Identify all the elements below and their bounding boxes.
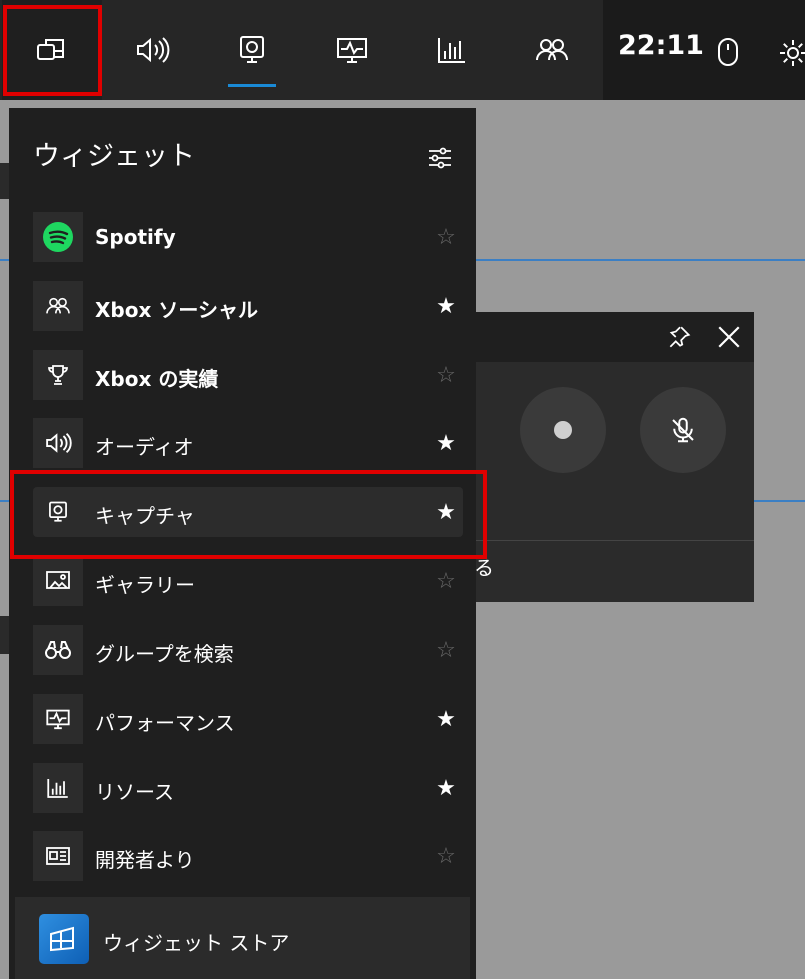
menu-item-label: キャプチャ — [95, 504, 195, 528]
star-icon[interactable]: ★ — [431, 495, 461, 529]
star-icon[interactable]: ★ — [431, 702, 461, 736]
news-icon — [46, 847, 70, 865]
menu-item-xbox-achievements[interactable]: Xbox の実績 ☆ — [33, 350, 463, 400]
menu-item-label: パフォーマンス — [95, 711, 235, 735]
star-icon[interactable]: ☆ — [431, 633, 461, 667]
game-bar-topbar: 22:11 — [0, 0, 805, 100]
spotify-icon — [43, 222, 73, 252]
widget-menu: ウィジェット Spotify ☆ Xbox ソーシャル ★ Xbox の実績 ☆… — [9, 108, 476, 979]
capture-widget-header — [474, 312, 754, 362]
menu-item-performance[interactable]: パフォーマンス ★ — [33, 694, 463, 744]
menu-item-label: 開発者より — [95, 848, 195, 872]
menu-item-label: Xbox の実績 — [95, 367, 219, 391]
bar-chart-icon — [438, 38, 465, 63]
mic-off-button[interactable] — [640, 387, 726, 473]
record-button[interactable] — [520, 387, 606, 473]
active-tab-indicator — [228, 84, 276, 87]
people-icon — [46, 297, 70, 314]
menu-item-label: Xbox ソーシャル — [95, 298, 258, 322]
widget-store-label: ウィジェット ストア — [103, 931, 290, 955]
menu-item-label: リソース — [95, 780, 174, 804]
star-icon[interactable]: ☆ — [431, 220, 461, 254]
sliders-icon[interactable] — [427, 146, 453, 174]
star-icon[interactable]: ★ — [431, 289, 461, 323]
widget-store-icon — [39, 914, 89, 964]
menu-item-spotify[interactable]: Spotify ☆ — [33, 212, 463, 262]
star-icon[interactable]: ★ — [431, 771, 461, 805]
widget-menu-icon — [37, 39, 64, 60]
menu-item-label: Spotify — [95, 225, 176, 249]
menu-title: ウィジェット — [33, 141, 195, 172]
menu-item-capture[interactable]: キャプチャ ★ — [33, 487, 463, 537]
menu-item-label: オーディオ — [95, 435, 194, 459]
capture-widget: る — [474, 312, 754, 602]
star-icon[interactable]: ★ — [431, 426, 461, 460]
monitor-pulse-icon — [337, 38, 367, 63]
bar-chart-icon — [47, 779, 68, 798]
audio-button[interactable] — [102, 0, 202, 100]
menu-item-label: ギャラリー — [95, 573, 195, 597]
menu-item-resources[interactable]: リソース ★ — [33, 763, 463, 813]
star-icon[interactable]: ☆ — [431, 839, 461, 873]
widget-menu-button[interactable] — [2, 0, 102, 100]
people-icon — [536, 39, 568, 61]
resources-button[interactable] — [402, 0, 502, 100]
performance-button[interactable] — [302, 0, 402, 100]
star-icon[interactable]: ☆ — [431, 564, 461, 598]
capture-widget-text: る — [474, 556, 494, 580]
capture-widget-divider — [474, 540, 754, 541]
webcam-icon — [49, 501, 67, 522]
binoculars-icon — [45, 641, 71, 659]
webcam-icon — [240, 36, 264, 63]
mouse-icon[interactable] — [716, 36, 740, 72]
pin-icon[interactable] — [666, 324, 692, 354]
clock: 22:11 — [618, 30, 704, 61]
widget-store-button[interactable]: ウィジェット ストア — [15, 897, 470, 979]
speaker-icon — [137, 37, 170, 63]
menu-item-from-developers[interactable]: 開発者より ☆ — [33, 831, 463, 881]
speaker-icon — [46, 432, 72, 454]
mic-off-icon — [672, 417, 694, 443]
monitor-pulse-icon — [46, 709, 70, 730]
trophy-icon — [48, 365, 68, 385]
menu-item-audio[interactable]: オーディオ ★ — [33, 418, 463, 468]
menu-item-xbox-social[interactable]: Xbox ソーシャル ★ — [33, 281, 463, 331]
menu-item-label: グループを検索 — [95, 642, 234, 666]
menu-item-find-group[interactable]: グループを検索 ☆ — [33, 625, 463, 675]
gear-icon[interactable] — [778, 38, 805, 72]
gallery-icon — [46, 571, 70, 589]
star-icon[interactable]: ☆ — [431, 358, 461, 392]
xbox-social-button[interactable] — [502, 0, 602, 100]
menu-item-gallery[interactable]: ギャラリー ☆ — [33, 556, 463, 606]
close-icon[interactable] — [716, 324, 742, 354]
